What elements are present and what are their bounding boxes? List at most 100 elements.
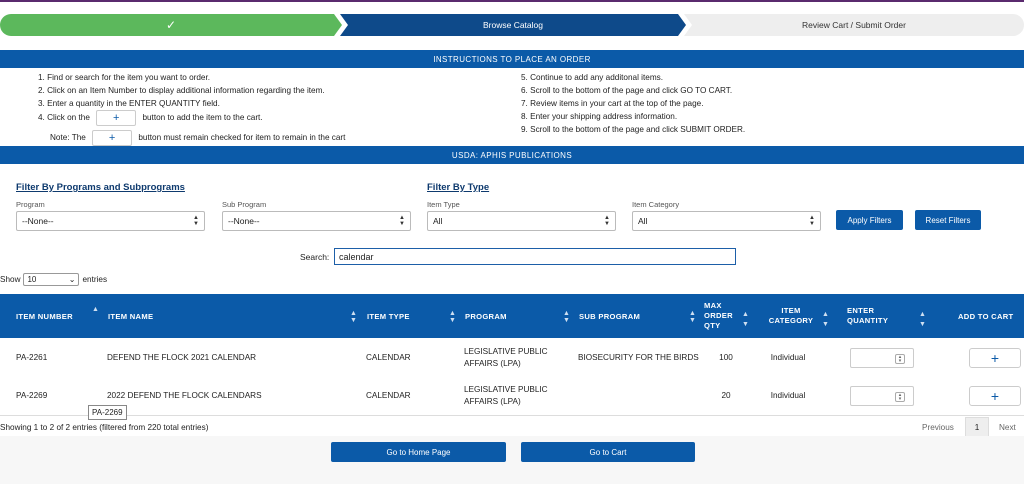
go-to-cart-button[interactable]: Go to Cart — [521, 442, 695, 462]
select-arrows-icon: ▲ ▼ — [809, 215, 815, 227]
header-item-number[interactable]: ITEM NUMBER ▲ — [16, 294, 102, 338]
step-complete: ✓ — [0, 14, 342, 36]
subprogram-select[interactable]: --None-- ▲ ▼ — [222, 211, 411, 231]
entries-select[interactable]: 10 ⌄ — [23, 273, 80, 286]
instructions-title: INSTRUCTIONS TO PLACE AN ORDER — [433, 54, 591, 64]
plus-icon: + — [92, 130, 133, 146]
instruction-text: button to add the item to the cart. — [142, 113, 263, 123]
max-order-qty: 20 — [721, 391, 731, 400]
filter-programs-title: Filter By Programs and Subprograms — [16, 182, 185, 193]
quantity-input[interactable]: ▴ ▾ — [850, 386, 914, 406]
header-item-category[interactable]: ITEM CATEGORY ▲ ▼ — [758, 294, 829, 338]
instruction-line: 4. Click on the + button to add the item… — [38, 110, 345, 126]
instruction-line: 5. Continue to add any additonal items. — [521, 73, 664, 82]
add-to-cart-button[interactable]: + — [969, 386, 1021, 406]
select-arrows-icon: ▲ ▼ — [399, 215, 405, 227]
instruction-line: 9. Scroll to the bottom of the page and … — [521, 125, 746, 134]
table-info: Showing 1 to 2 of 2 entries (filtered fr… — [0, 423, 209, 432]
section-title: USDA: APHIS PUBLICATIONS — [451, 150, 573, 160]
program: LEGISLATIVE PUBLIC AFFAIRS (LPA) — [464, 385, 548, 406]
item-category: Individual — [770, 353, 806, 362]
chevron-down-icon: ⌄ — [68, 275, 76, 284]
plus-icon: + — [990, 388, 1000, 404]
program-select[interactable]: --None-- ▲ ▼ — [16, 211, 205, 231]
note-prefix: Note: The — [50, 133, 86, 143]
instruction-text: 4. Click on the — [38, 113, 90, 123]
instruction-line: 2. Click on an Item Number to display ad… — [38, 86, 325, 95]
item-number-link[interactable]: PA-2261 — [16, 339, 47, 377]
instructions-left: 1. Find or search for the item you want … — [38, 71, 345, 146]
search-input-value: calendar — [339, 251, 374, 262]
header-item-type[interactable]: ITEM TYPE ▲ ▼ — [367, 294, 459, 338]
sort-icon: ▲ ▼ — [689, 310, 697, 324]
plus-icon: + — [990, 350, 1000, 366]
go-to-home-button[interactable]: Go to Home Page — [331, 442, 506, 462]
select-arrows-icon: ▲ ▼ — [193, 215, 199, 227]
header-item-name[interactable]: ITEM NAME ▲ ▼ — [108, 294, 360, 338]
select-arrows-icon: ▲ ▼ — [604, 215, 610, 227]
entries-length: Show 10 ⌄ entries — [0, 273, 107, 286]
item-category: Individual — [770, 391, 806, 400]
header-label: ITEM NUMBER — [16, 311, 73, 321]
plus-icon: + — [96, 110, 137, 126]
header-label: ITEM TYPE — [367, 311, 410, 321]
item-name: DEFEND THE FLOCK 2021 CALENDAR — [107, 353, 257, 362]
program-select-value: --None-- — [22, 216, 54, 226]
program-label: Program — [16, 200, 45, 209]
itemtype-select-value: All — [433, 216, 443, 226]
header-max-order-qty[interactable]: MAX ORDER QTY ▲ ▼ — [704, 294, 749, 338]
sort-icon: ▲ ▼ — [742, 311, 750, 328]
subprogram-label: Sub Program — [222, 200, 267, 209]
search-label: Search: — [300, 252, 330, 262]
header-add-to-cart: ADD TO CART — [958, 294, 1022, 338]
step-browse-catalog: Browse Catalog — [340, 14, 686, 36]
filter-type-title: Filter By Type — [427, 182, 490, 193]
step-browse-catalog-label: Browse Catalog — [482, 20, 543, 30]
header-program[interactable]: PROGRAM ▲ ▼ — [465, 294, 573, 338]
instructions-right: 5. Continue to add any additonal items. … — [521, 71, 745, 136]
header-sub-program[interactable]: SUB PROGRAM ▲ ▼ — [579, 294, 699, 338]
apply-filters-button[interactable]: Apply Filters — [836, 210, 903, 230]
header-enter-quantity[interactable]: ENTER QUANTITY ▲ ▼ — [847, 294, 929, 338]
max-order-qty: 100 — [719, 353, 733, 362]
step-review-cart-label: Review Cart / Submit Order — [802, 20, 906, 30]
header-label: SUB PROGRAM — [579, 311, 641, 321]
pagination-next[interactable]: Next — [999, 417, 1016, 437]
spinner-icon[interactable]: ▴ ▾ — [895, 354, 905, 364]
header-label: ITEM CATEGORY — [768, 306, 814, 325]
subprogram-select-value: --None-- — [228, 216, 260, 226]
sort-icon: ▲ ▼ — [919, 311, 927, 328]
order-progress: ✓ Browse Catalog Review Cart / Submit Or… — [0, 14, 1024, 36]
table-row: PA-2269 2022 DEFEND THE FLOCK CALENDARS … — [0, 377, 1024, 416]
spinner-icon[interactable]: ▴ ▾ — [895, 392, 905, 402]
itemtype-label: Item Type — [427, 200, 460, 209]
itemcategory-select[interactable]: All ▲ ▼ — [632, 211, 821, 231]
instruction-line: 6. Scroll to the bottom of the page and … — [521, 86, 733, 95]
pagination-page-1[interactable]: 1 — [965, 417, 989, 437]
reset-filters-button[interactable]: Reset Filters — [915, 210, 981, 230]
instruction-line: 1. Find or search for the item you want … — [38, 73, 211, 82]
section-header: USDA: APHIS PUBLICATIONS — [0, 146, 1024, 164]
note-suffix: button must remain checked for item to r… — [138, 133, 346, 143]
header-label: ENTER QUANTITY — [847, 306, 889, 325]
search-input[interactable]: calendar — [334, 248, 736, 265]
sort-icon: ▲ ▼ — [822, 311, 830, 328]
sort-icon: ▲ ▼ — [350, 310, 358, 324]
item-number-link[interactable]: PA-2269 — [16, 377, 47, 415]
pagination-previous[interactable]: Previous — [922, 417, 954, 437]
item-name: 2022 DEFEND THE FLOCK CALENDARS — [107, 391, 262, 400]
entries-select-value: 10 — [27, 275, 37, 284]
entries-suffix: entries — [82, 275, 108, 284]
entries-prefix: Show — [0, 275, 21, 284]
instruction-note: Note: The + button must remain checked f… — [50, 130, 345, 146]
check-icon: ✓ — [165, 18, 177, 32]
itemtype-select[interactable]: All ▲ ▼ — [427, 211, 616, 231]
quantity-input[interactable]: ▴ ▾ — [850, 348, 914, 368]
add-to-cart-button[interactable]: + — [969, 348, 1021, 368]
itemcategory-label: Item Category — [632, 200, 680, 209]
instruction-line: 3. Enter a quantity in the ENTER QUANTIT… — [38, 99, 220, 108]
instruction-line: 7. Review items in your cart at the top … — [521, 99, 704, 108]
header-label: MAX ORDER QTY — [704, 301, 733, 330]
sort-icon: ▲ ▼ — [449, 310, 457, 324]
instructions-header: INSTRUCTIONS TO PLACE AN ORDER — [0, 50, 1024, 68]
